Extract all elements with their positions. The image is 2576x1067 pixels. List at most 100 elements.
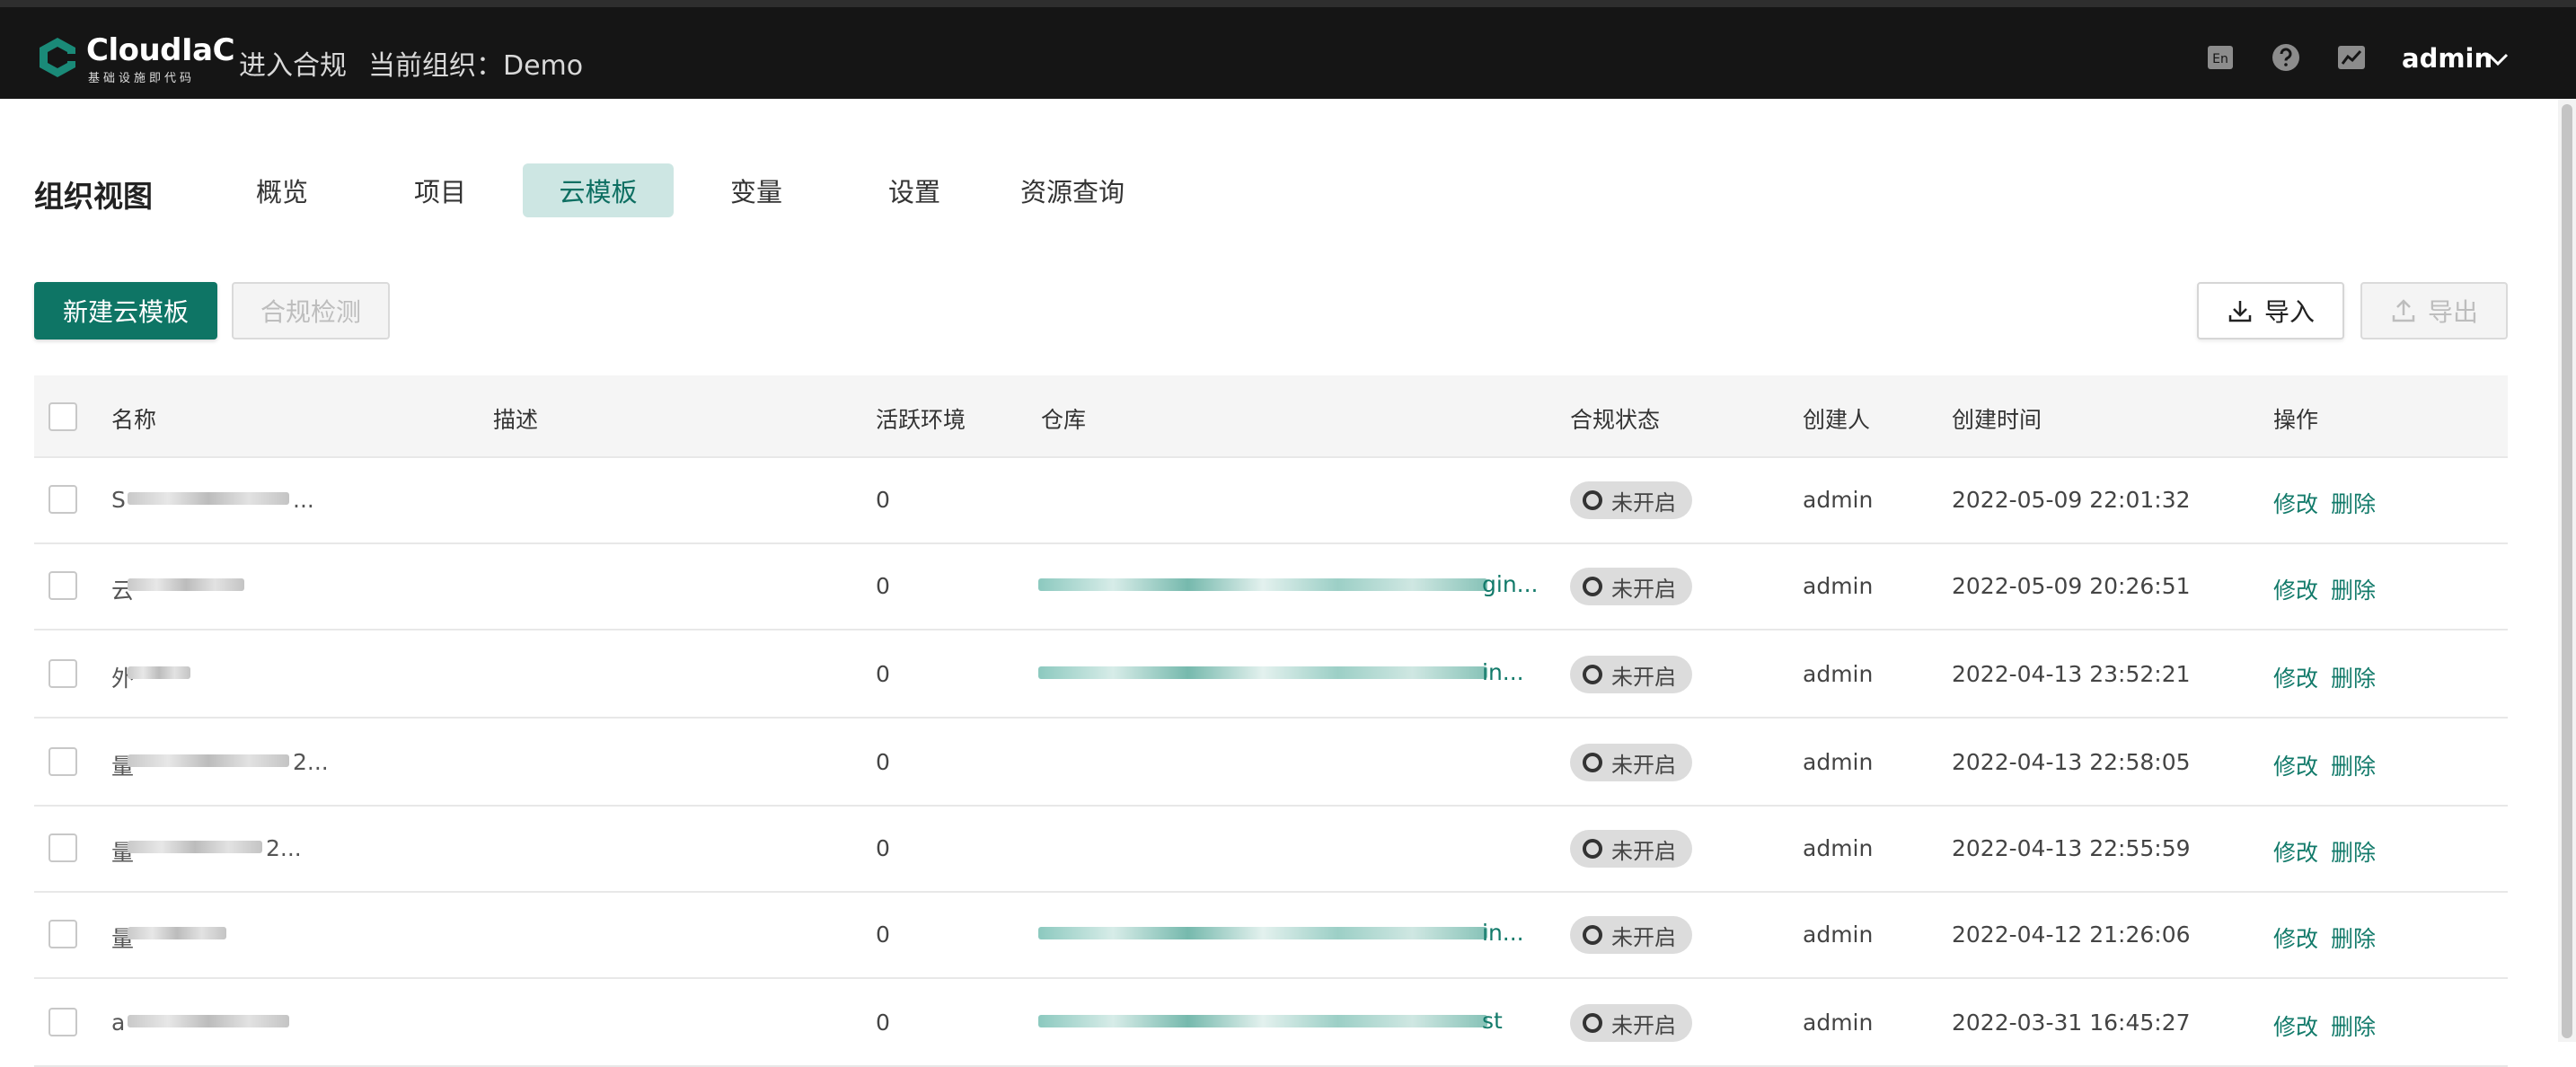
row-checkbox[interactable] <box>49 571 77 600</box>
redacted-name <box>128 754 289 767</box>
redacted-repo-link[interactable] <box>1038 578 1487 591</box>
redacted-name <box>128 927 226 939</box>
chevron-down-icon[interactable] <box>2486 50 2510 68</box>
help-icon[interactable] <box>2270 41 2302 74</box>
repo-link-tail[interactable]: in... <box>1482 659 1524 685</box>
active-env-count: 0 <box>876 661 890 687</box>
import-button[interactable]: 导入 <box>2197 282 2344 340</box>
cloudiac-logo[interactable]: CloudIaC 基础设施即代码 <box>36 31 235 86</box>
edit-link[interactable]: 修改 <box>2273 661 2318 693</box>
import-label: 导入 <box>2263 297 2315 327</box>
download-icon <box>2228 301 2252 322</box>
redacted-name <box>128 578 244 591</box>
active-env-count: 0 <box>876 835 890 861</box>
redacted-name <box>128 492 289 505</box>
repo-link-tail[interactable]: gin... <box>1482 571 1539 597</box>
status-label: 未开启 <box>1611 489 1676 516</box>
delete-link[interactable]: 删除 <box>2331 573 2376 605</box>
table-row[interactable]: S... 0 未开启 admin 2022-05-09 22:01:32 修改 删除 <box>34 458 2508 544</box>
tab-projects[interactable]: 项目 <box>365 163 516 217</box>
redacted-repo-link[interactable] <box>1038 927 1487 939</box>
column-header-created-at: 创建时间 <box>1952 407 2042 433</box>
chart-icon[interactable] <box>2335 41 2368 74</box>
delete-link[interactable]: 删除 <box>2331 487 2376 519</box>
table-row[interactable]: 量 0 in... 未开启 admin 2022-04-12 21:26:06 修改 删除 <box>34 893 2508 979</box>
row-checkbox[interactable] <box>49 833 77 862</box>
created-at: 2022-04-13 22:58:05 <box>1952 749 2191 775</box>
creator: admin <box>1803 835 1874 861</box>
delete-link[interactable]: 删除 <box>2331 835 2376 868</box>
export-button[interactable]: 导出 <box>2360 282 2508 340</box>
template-name[interactable]: S <box>111 487 126 513</box>
edit-link[interactable]: 修改 <box>2273 749 2318 781</box>
row-checkbox[interactable] <box>49 747 77 776</box>
edit-link[interactable]: 修改 <box>2273 835 2318 868</box>
status-badge: 未开启 <box>1570 656 1692 693</box>
status-circle-icon <box>1583 490 1602 510</box>
delete-link[interactable]: 删除 <box>2331 922 2376 954</box>
tab-variables[interactable]: 变量 <box>681 163 832 217</box>
table-row[interactable]: a 0 st 未开启 admin 2022-03-31 16:45:27 修改 删除 <box>34 981 2508 1067</box>
scrollbar-thumb[interactable] <box>2562 104 2572 1038</box>
tab-overview[interactable]: 概览 <box>207 163 357 217</box>
column-header-active-env: 活跃环境 <box>876 407 966 433</box>
status-badge: 未开启 <box>1570 830 1692 868</box>
tab-settings[interactable]: 设置 <box>839 163 990 217</box>
status-label: 未开启 <box>1611 1012 1676 1038</box>
delete-link[interactable]: 删除 <box>2331 1010 2376 1042</box>
redacted-repo-link[interactable] <box>1038 666 1487 679</box>
table-row[interactable]: 云 0 gin... 未开启 admin 2022-05-09 20:26:51 修改 删除 <box>34 544 2508 630</box>
edit-link[interactable]: 修改 <box>2273 487 2318 519</box>
redacted-name <box>128 841 262 853</box>
enter-compliance-link[interactable]: 进入合规 <box>239 43 347 83</box>
row-checkbox[interactable] <box>49 920 77 948</box>
select-all-checkbox[interactable] <box>49 402 77 431</box>
page-title: 组织视图 <box>34 179 153 214</box>
redacted-repo-link[interactable] <box>1038 1015 1487 1027</box>
language-icon[interactable]: En <box>2204 41 2236 74</box>
user-menu[interactable]: admin <box>2402 43 2492 74</box>
export-label: 导出 <box>2427 297 2478 327</box>
table-row[interactable]: 量 2... 0 未开启 admin 2022-04-13 22:58:05 修改 删除 <box>34 720 2508 807</box>
template-name[interactable]: a <box>111 1010 125 1036</box>
creator: admin <box>1803 661 1874 687</box>
status-label: 未开启 <box>1611 838 1676 864</box>
logo-subtitle: 基础设施即代码 <box>88 72 196 85</box>
table-row[interactable]: 量 2... 0 未开启 admin 2022-04-13 22:55:59 修改 删除 <box>34 807 2508 893</box>
tab-resource-query[interactable]: 资源查询 <box>997 163 1148 217</box>
created-at: 2022-05-09 22:01:32 <box>1952 487 2191 513</box>
svg-text:En: En <box>2212 52 2228 66</box>
top-navbar: CloudIaC 基础设施即代码 进入合规 当前组织：Demo En admin <box>0 0 2576 99</box>
edit-link[interactable]: 修改 <box>2273 573 2318 605</box>
template-name-tail: ... <box>293 487 314 513</box>
status-label: 未开启 <box>1611 924 1676 950</box>
column-header-name[interactable]: 名称 <box>111 402 156 435</box>
create-template-button[interactable]: 新建云模板 <box>34 282 217 340</box>
row-checkbox[interactable] <box>49 485 77 514</box>
column-header-compliance-status: 合规状态 <box>1570 407 1661 433</box>
delete-link[interactable]: 删除 <box>2331 749 2376 781</box>
template-name-tail: 2... <box>293 749 329 775</box>
edit-link[interactable]: 修改 <box>2273 922 2318 954</box>
row-checkbox[interactable] <box>49 1008 77 1036</box>
tab-cloud-templates[interactable]: 云模板 <box>523 163 674 217</box>
compliance-check-button[interactable]: 合规检测 <box>232 282 390 340</box>
active-env-count: 0 <box>876 749 890 775</box>
created-at: 2022-05-09 20:26:51 <box>1952 573 2191 599</box>
repo-link-tail[interactable]: in... <box>1482 920 1524 946</box>
table-row[interactable]: 外 0 in... 未开启 admin 2022-04-13 23:52:21 修改 删除 <box>34 632 2508 719</box>
upload-icon <box>2392 299 2415 322</box>
redacted-name <box>128 666 190 679</box>
repo-link-tail[interactable]: st <box>1482 1008 1503 1034</box>
edit-link[interactable]: 修改 <box>2273 1010 2318 1042</box>
row-checkbox[interactable] <box>49 659 77 688</box>
page-scrollbar[interactable] <box>2558 99 2576 1042</box>
created-at: 2022-03-31 16:45:27 <box>1952 1010 2191 1036</box>
current-org-selector[interactable]: 当前组织：Demo <box>368 43 583 83</box>
delete-link[interactable]: 删除 <box>2331 661 2376 693</box>
status-circle-icon <box>1583 577 1602 596</box>
table-header: 名称 描述 活跃环境 仓库 合规状态 创建人 创建时间 操作 <box>34 375 2508 458</box>
created-at: 2022-04-12 21:26:06 <box>1952 922 2191 948</box>
created-at: 2022-04-13 23:52:21 <box>1952 661 2191 687</box>
creator: admin <box>1803 487 1874 513</box>
